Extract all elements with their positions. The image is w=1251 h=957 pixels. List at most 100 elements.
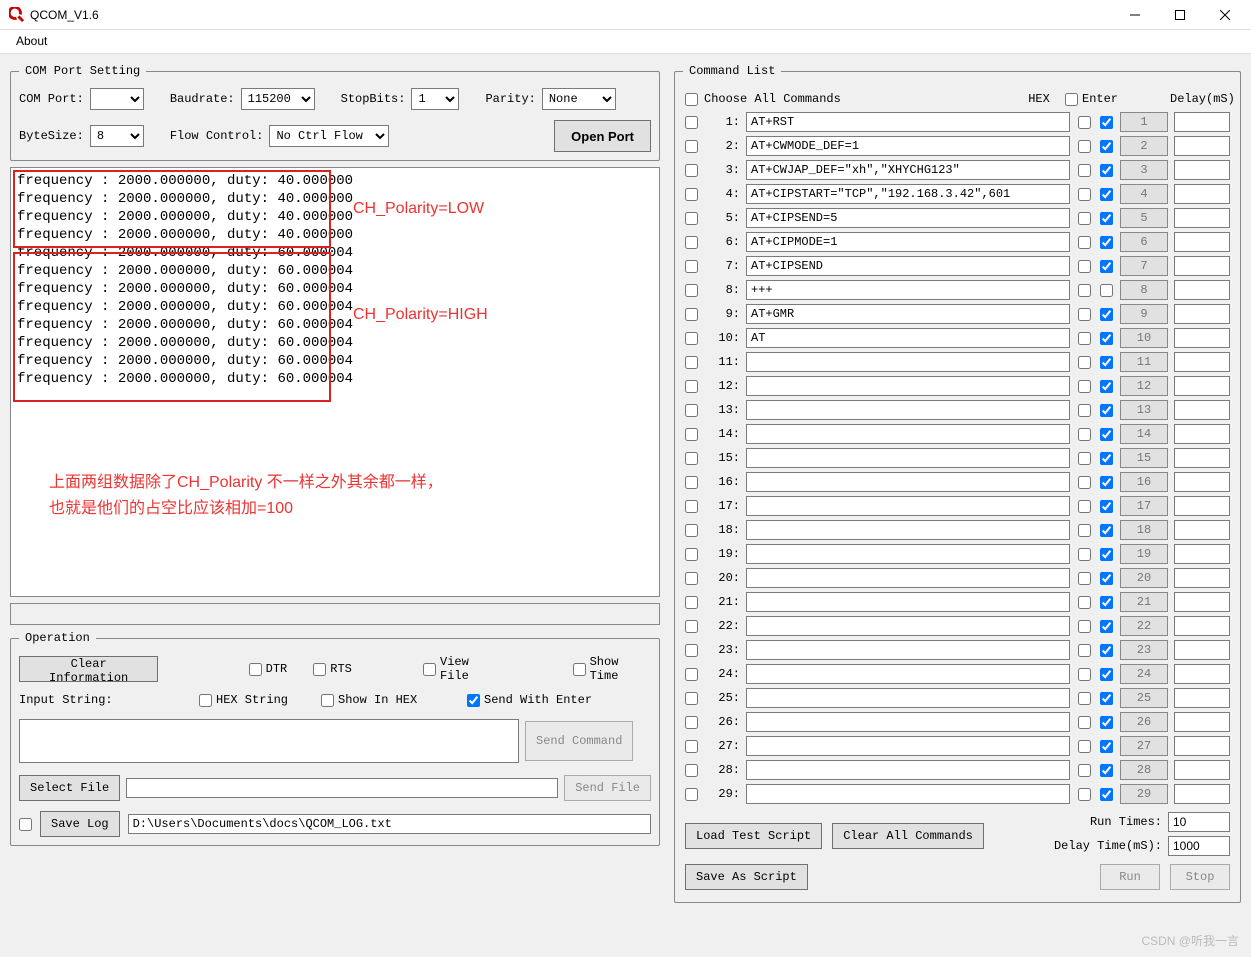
cmd-send-button[interactable]: 11 (1120, 352, 1168, 372)
savelog-checkbox[interactable] (19, 818, 32, 831)
cmd-delay-input[interactable] (1174, 568, 1230, 588)
cmd-enter-checkbox[interactable] (1100, 596, 1113, 609)
cmd-send-button[interactable]: 18 (1120, 520, 1168, 540)
cmd-enter-checkbox[interactable] (1100, 716, 1113, 729)
cmd-input[interactable] (746, 688, 1070, 708)
cmd-enter-checkbox[interactable] (1100, 140, 1113, 153)
cmd-hex-checkbox[interactable] (1078, 404, 1091, 417)
cmd-delay-input[interactable] (1174, 256, 1230, 276)
cmd-input[interactable] (746, 160, 1070, 180)
cmd-input[interactable] (746, 736, 1070, 756)
file-path-field[interactable] (126, 778, 558, 798)
cmd-send-button[interactable]: 26 (1120, 712, 1168, 732)
cmd-input[interactable] (746, 112, 1070, 132)
cmd-enter-checkbox[interactable] (1100, 332, 1113, 345)
cmd-enter-checkbox[interactable] (1100, 620, 1113, 633)
load-test-script-button[interactable]: Load Test Script (685, 823, 822, 849)
cmd-send-button[interactable]: 25 (1120, 688, 1168, 708)
cmd-enter-checkbox[interactable] (1100, 668, 1113, 681)
cmd-enable-checkbox[interactable] (685, 740, 698, 753)
cmd-hex-checkbox[interactable] (1078, 140, 1091, 153)
comport-select[interactable] (90, 88, 144, 110)
cmd-enter-checkbox[interactable] (1100, 164, 1113, 177)
cmd-enter-checkbox[interactable] (1100, 476, 1113, 489)
cmd-send-button[interactable]: 17 (1120, 496, 1168, 516)
cmd-enable-checkbox[interactable] (685, 164, 698, 177)
cmd-enter-checkbox[interactable] (1100, 212, 1113, 225)
cmd-hex-checkbox[interactable] (1078, 644, 1091, 657)
cmd-hex-checkbox[interactable] (1078, 428, 1091, 441)
maximize-button[interactable] (1157, 1, 1202, 29)
cmd-delay-input[interactable] (1174, 784, 1230, 804)
flowcontrol-select[interactable]: No Ctrl Flow (269, 125, 389, 147)
cmd-send-button[interactable]: 15 (1120, 448, 1168, 468)
cmd-delay-input[interactable] (1174, 112, 1230, 132)
cmd-send-button[interactable]: 16 (1120, 472, 1168, 492)
cmd-enter-checkbox[interactable] (1100, 284, 1113, 297)
cmd-enable-checkbox[interactable] (685, 236, 698, 249)
rts-checkbox[interactable]: RTS (313, 662, 352, 676)
cmd-enter-checkbox[interactable] (1100, 764, 1113, 777)
cmd-input[interactable] (746, 424, 1070, 444)
cmd-hex-checkbox[interactable] (1078, 668, 1091, 681)
cmd-delay-input[interactable] (1174, 232, 1230, 252)
run-times-input[interactable] (1168, 812, 1230, 832)
menu-about[interactable]: About (10, 32, 53, 50)
cmd-hex-checkbox[interactable] (1078, 212, 1091, 225)
cmd-send-button[interactable]: 3 (1120, 160, 1168, 180)
cmd-enter-checkbox[interactable] (1100, 380, 1113, 393)
cmd-send-button[interactable]: 7 (1120, 256, 1168, 276)
cmd-hex-checkbox[interactable] (1078, 188, 1091, 201)
log-path-field[interactable] (128, 814, 651, 834)
cmd-enable-checkbox[interactable] (685, 332, 698, 345)
cmd-enter-checkbox[interactable] (1100, 692, 1113, 705)
cmd-hex-checkbox[interactable] (1078, 308, 1091, 321)
input-string-field[interactable] (19, 719, 519, 763)
cmd-enable-checkbox[interactable] (685, 764, 698, 777)
cmd-enter-checkbox[interactable] (1100, 572, 1113, 585)
cmd-send-button[interactable]: 8 (1120, 280, 1168, 300)
cmd-enter-checkbox[interactable] (1100, 548, 1113, 561)
cmd-input[interactable] (746, 304, 1070, 324)
cmd-enter-checkbox[interactable] (1100, 308, 1113, 321)
cmd-input[interactable] (746, 784, 1070, 804)
cmd-enable-checkbox[interactable] (685, 140, 698, 153)
cmd-hex-checkbox[interactable] (1078, 236, 1091, 249)
close-button[interactable] (1202, 1, 1247, 29)
bytesize-select[interactable]: 8 (90, 125, 144, 147)
run-button[interactable]: Run (1100, 864, 1160, 890)
cmd-enable-checkbox[interactable] (685, 716, 698, 729)
cmd-delay-input[interactable] (1174, 400, 1230, 420)
cmd-hex-checkbox[interactable] (1078, 356, 1091, 369)
cmd-input[interactable] (746, 448, 1070, 468)
cmd-hex-checkbox[interactable] (1078, 740, 1091, 753)
viewfile-checkbox[interactable]: View File (423, 655, 501, 683)
cmd-hex-checkbox[interactable] (1078, 764, 1091, 777)
cmd-enter-checkbox[interactable] (1100, 404, 1113, 417)
cmd-send-button[interactable]: 13 (1120, 400, 1168, 420)
cmd-send-button[interactable]: 29 (1120, 784, 1168, 804)
cmd-enter-checkbox[interactable] (1100, 116, 1113, 129)
cmd-delay-input[interactable] (1174, 448, 1230, 468)
cmd-input[interactable] (746, 400, 1070, 420)
cmd-input[interactable] (746, 376, 1070, 396)
cmd-send-button[interactable]: 9 (1120, 304, 1168, 324)
cmd-enable-checkbox[interactable] (685, 260, 698, 273)
enter-all-checkbox[interactable] (1065, 93, 1078, 106)
cmd-enable-checkbox[interactable] (685, 644, 698, 657)
choose-all-checkbox[interactable] (685, 93, 698, 106)
cmd-delay-input[interactable] (1174, 616, 1230, 636)
cmd-input[interactable] (746, 640, 1070, 660)
cmd-enable-checkbox[interactable] (685, 476, 698, 489)
cmd-delay-input[interactable] (1174, 520, 1230, 540)
cmd-enter-checkbox[interactable] (1100, 500, 1113, 513)
cmd-enable-checkbox[interactable] (685, 500, 698, 513)
send-file-button[interactable]: Send File (564, 775, 651, 801)
cmd-enable-checkbox[interactable] (685, 620, 698, 633)
cmd-delay-input[interactable] (1174, 352, 1230, 372)
cmd-enable-checkbox[interactable] (685, 452, 698, 465)
cmd-hex-checkbox[interactable] (1078, 260, 1091, 273)
cmd-input[interactable] (746, 328, 1070, 348)
cmd-send-button[interactable]: 19 (1120, 544, 1168, 564)
cmd-delay-input[interactable] (1174, 424, 1230, 444)
